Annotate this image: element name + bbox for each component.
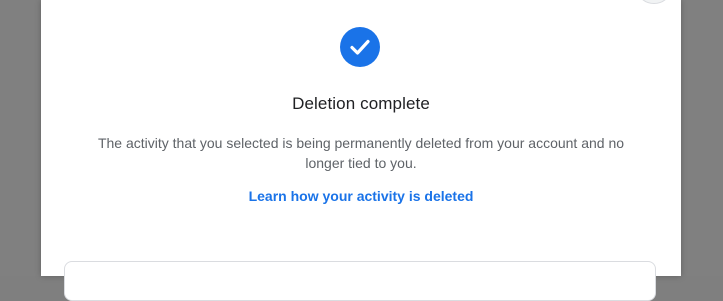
dialog-description: The activity that you selected is being … — [97, 135, 625, 171]
close-button[interactable] — [635, 0, 673, 4]
check-circle-icon — [340, 27, 380, 67]
deletion-complete-dialog: Deletion complete The activity that you … — [41, 0, 681, 301]
bottom-card — [64, 261, 656, 301]
checkmark-icon — [350, 39, 370, 55]
learn-more-link[interactable]: Learn how your activity is deleted — [41, 188, 681, 204]
dialog-title: Deletion complete — [292, 94, 430, 113]
